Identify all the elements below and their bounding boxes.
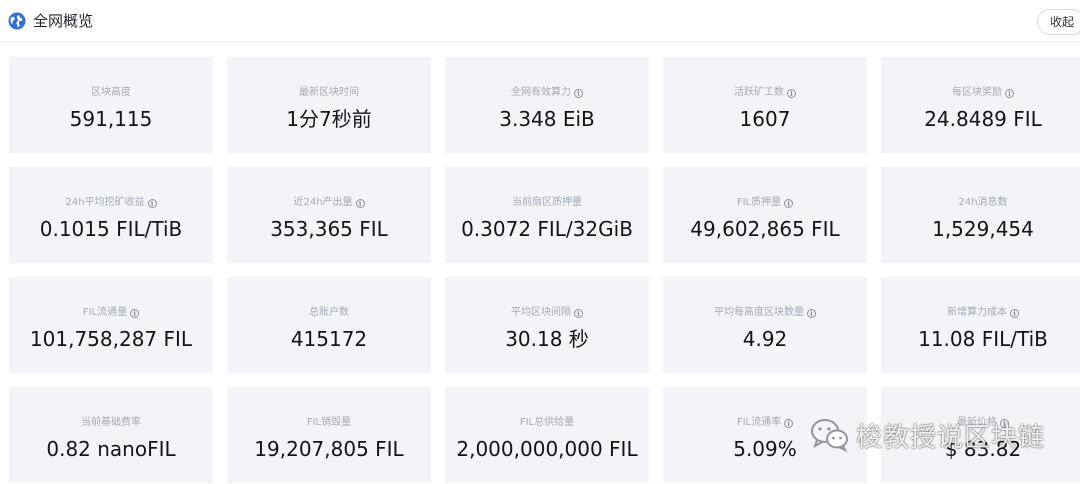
stat-label: 平均区块间隔 <box>511 307 571 318</box>
stat-card: 平均区块间隔 i 30.18 秒 <box>445 277 649 373</box>
info-icon[interactable]: i <box>787 88 796 98</box>
stat-label-row: 24h平均挖矿收益 i <box>65 196 157 210</box>
stat-card: 当前基础费率 0.82 nanoFIL <box>9 387 213 483</box>
stat-label: 平均每高度区块数量 <box>714 307 804 318</box>
stat-value: 0.1015 FIL/TiB <box>39 217 183 241</box>
stat-value: 1607 <box>739 107 791 131</box>
info-icon[interactable]: i <box>1010 308 1019 318</box>
stat-label-row: 新增算力成本 i <box>947 306 1019 320</box>
stat-label-row: 最新区块时间 <box>299 86 359 100</box>
stat-card: 全网有效算力 i 3.348 EiB <box>445 57 649 153</box>
stat-label: FIL流通率 <box>736 417 782 428</box>
stat-label: 区块高度 <box>91 87 131 98</box>
stat-label: 新增算力成本 <box>947 307 1007 318</box>
stat-value: 11.08 FIL/TiB <box>918 327 1048 351</box>
stat-value: 19,207,805 FIL <box>254 437 404 461</box>
stat-value: 24.8489 FIL <box>924 107 1042 131</box>
stat-value: 415172 <box>290 327 368 351</box>
stat-label-row: 平均区块间隔 i <box>511 306 583 320</box>
watermark-text: 梭教授说区块链 <box>856 422 1046 453</box>
stat-value: 5.09% <box>733 437 797 461</box>
stat-label: 活跃矿工数 <box>734 87 784 98</box>
stat-label-row: FIL质押量 i <box>736 196 794 210</box>
overview-header: 全网概览 收起 <box>0 0 1080 42</box>
stat-value: 3.348 EiB <box>499 107 595 131</box>
stat-label-row: 总账户数 <box>309 306 349 320</box>
stat-label-row: 区块高度 <box>91 86 131 100</box>
stat-value: 101,758,287 FIL <box>29 327 193 351</box>
stat-value: 4.92 <box>742 327 788 351</box>
stat-label-row: 24h消息数 <box>958 196 1007 210</box>
stat-label: 当前扇区质押量 <box>512 197 582 208</box>
stat-label: 总账户数 <box>309 307 349 318</box>
stat-card: 区块高度 591,115 <box>9 57 213 153</box>
stat-value: 49,602,865 FIL <box>690 217 840 241</box>
stat-card: 最新区块时间 1分7秒前 <box>227 57 431 153</box>
info-icon[interactable]: i <box>130 308 140 318</box>
info-icon[interactable]: i <box>807 308 816 318</box>
stat-label: FIL质押量 <box>736 197 782 208</box>
stat-value: 591,115 <box>69 107 153 131</box>
info-icon[interactable]: i <box>355 198 365 208</box>
stat-label-row: 近24h产出量 i <box>293 196 365 210</box>
stat-card: 活跃矿工数 i 1607 <box>663 57 867 153</box>
wechat-icon <box>811 419 848 453</box>
stat-card: FIL流通量 i 101,758,287 FIL <box>9 277 213 373</box>
stat-card: FIL质押量 i 49,602,865 FIL <box>663 167 867 263</box>
stat-label: 最新区块时间 <box>299 87 359 98</box>
stat-card: FIL总供给量 2,000,000,000 FIL <box>445 387 649 483</box>
stat-label: FIL流通量 <box>82 307 128 318</box>
stat-card: 总账户数 415172 <box>227 277 431 373</box>
info-icon[interactable]: i <box>574 308 583 318</box>
info-icon[interactable]: i <box>147 198 157 208</box>
stat-label: 24h平均挖矿收益 <box>65 197 145 208</box>
stat-label-row: 每区块奖励 i <box>952 86 1014 100</box>
stat-card: 近24h产出量 i 353,365 FIL <box>227 167 431 263</box>
stat-label-row: FIL流通量 i <box>82 306 140 320</box>
stat-label: FIL总供给量 <box>519 417 575 428</box>
stat-label: 每区块奖励 <box>952 87 1002 98</box>
globe-icon <box>8 12 26 30</box>
stat-card: 24h平均挖矿收益 i 0.1015 FIL/TiB <box>9 167 213 263</box>
stat-label: 近24h产出量 <box>293 197 353 208</box>
stat-card: 平均每高度区块数量 i 4.92 <box>663 277 867 373</box>
stat-value: 30.18 秒 <box>505 327 589 351</box>
stat-label-row: 活跃矿工数 i <box>734 86 796 100</box>
stat-value: 353,365 FIL <box>270 217 388 241</box>
stat-value: 0.3072 FIL/32GiB <box>461 217 633 241</box>
stat-value: 1分7秒前 <box>286 107 372 131</box>
stat-label-row: 全网有效算力 i <box>511 86 583 100</box>
stat-card: 每区块奖励 i 24.8489 FIL <box>881 57 1080 153</box>
stat-card: 当前扇区质押量 0.3072 FIL/32GiB <box>445 167 649 263</box>
stat-value: 1,529,454 <box>932 217 1034 241</box>
watermark: 梭教授说区块链 <box>810 416 1045 454</box>
info-icon[interactable]: i <box>1005 88 1014 98</box>
stat-label-row: FIL流通率 i <box>736 416 794 430</box>
stat-card: 24h消息数 1,529,454 <box>881 167 1080 263</box>
stat-value: 2,000,000,000 FIL <box>456 437 638 461</box>
page-title: 全网概览 <box>33 12 94 30</box>
info-icon[interactable]: i <box>574 88 583 98</box>
stat-label: 当前基础费率 <box>81 417 141 428</box>
stat-label-row: FIL销毁量 <box>307 416 351 430</box>
info-icon[interactable]: i <box>784 198 794 208</box>
stat-card: 新增算力成本 i 11.08 FIL/TiB <box>881 277 1080 373</box>
info-icon[interactable]: i <box>784 418 794 428</box>
stat-label: 全网有效算力 <box>511 87 571 98</box>
collapse-button[interactable]: 收起 <box>1037 9 1080 35</box>
stat-label-row: 平均每高度区块数量 i <box>714 306 816 320</box>
stat-label-row: 当前基础费率 <box>81 416 141 430</box>
stat-value: 0.82 nanoFIL <box>46 437 176 461</box>
stat-label-row: FIL总供给量 <box>520 416 574 430</box>
stat-card: FIL销毁量 19,207,805 FIL <box>227 387 431 483</box>
stat-label: 24h消息数 <box>958 197 1008 208</box>
stat-label: FIL销毁量 <box>306 417 352 428</box>
stat-label-row: 当前扇区质押量 <box>512 196 582 210</box>
